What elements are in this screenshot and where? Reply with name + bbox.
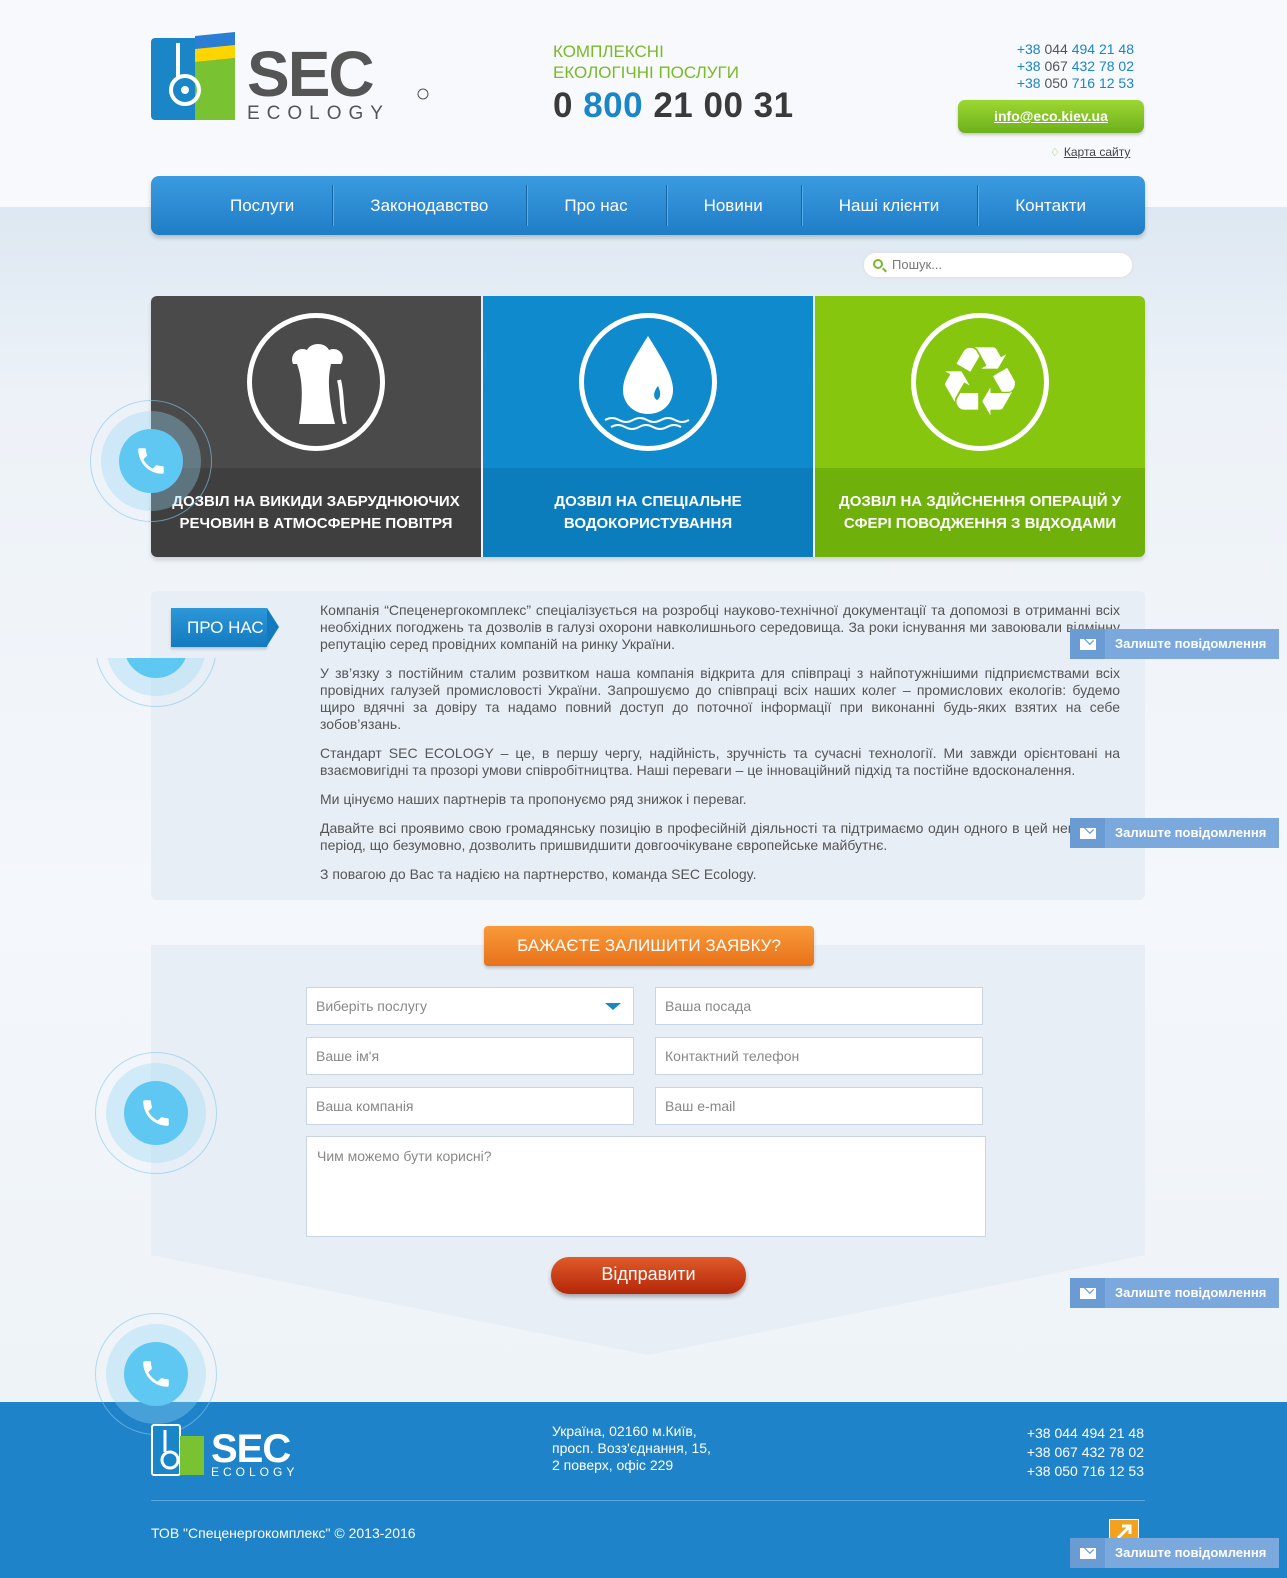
svg-text:ECOLOGY: ECOLOGY (247, 103, 390, 124)
email-button[interactable]: info@eco.kiev.ua (958, 100, 1144, 133)
search-input[interactable]: Пошук... (862, 251, 1134, 279)
leave-message-tab[interactable]: Залиште повідомлення (1070, 1538, 1279, 1568)
main-nav: Послуги Законодавство Про нас Новини Наш… (151, 176, 1145, 235)
logo[interactable]: SEC ECOLOGY (151, 28, 441, 128)
chevron-down-icon (605, 1003, 621, 1010)
envelope-icon (1070, 1538, 1105, 1568)
nav-item-contacts[interactable]: Контакти (977, 176, 1124, 235)
sitemap-icon: ♢ (1050, 147, 1060, 159)
footer-phone[interactable]: +38 044 494 21 48 (1027, 1424, 1144, 1443)
company-field[interactable]: Ваша компанія (306, 1087, 634, 1125)
message-tab-label: Залиште повідомлення (1115, 636, 1267, 651)
service-tiles: ДОЗВІЛ НА ВИКИДИ ЗАБРУДНЮЮЧИХ РЕЧОВИН В … (151, 296, 1145, 557)
phone-line[interactable]: +38 050 716 12 53 (1017, 75, 1134, 92)
footer-address: Україна, 02160 м.Київ, просп. Возз'єднан… (552, 1423, 711, 1474)
message-textarea[interactable]: Чим можемо бути корисні? (306, 1136, 986, 1237)
search-icon (873, 259, 883, 269)
form-title: БАЖАЄТЕ ЗАЛИШИТИ ЗАЯВКУ? (484, 926, 814, 966)
search-placeholder: Пошук... (892, 257, 943, 272)
footer-phones: +38 044 494 21 48 +38 067 432 78 02 +38 … (1027, 1424, 1144, 1481)
leave-message-tab[interactable]: Залиште повідомлення (1070, 629, 1279, 659)
sitemap-link[interactable]: ♢ Карта сайту (1050, 145, 1130, 159)
hotline-part: 0 (553, 86, 573, 125)
tagline-line: ЕКОЛОГІЧНІ ПОСЛУГИ (553, 63, 739, 82)
header-phones: +38 044 494 21 48 +38 067 432 78 02 +38 … (1017, 41, 1134, 92)
svg-text:SEC: SEC (247, 38, 373, 110)
callback-phone-icon[interactable] (90, 400, 212, 522)
nav-item-services[interactable]: Послуги (192, 176, 332, 235)
callback-phone-icon[interactable] (95, 1313, 217, 1435)
address-line: Україна, 02160 м.Київ, (552, 1423, 697, 1439)
tagline: КОМПЛЕКСНІ ЕКОЛОГІЧНІ ПОСЛУГИ (553, 41, 739, 83)
about-paragraph: З повагою до Вас та надією на партнерств… (320, 866, 757, 882)
callback-phone-icon[interactable] (95, 1052, 217, 1174)
about-heading: ПРО НАС (171, 608, 279, 647)
sitemap-label: Карта сайту (1063, 145, 1131, 159)
envelope-icon (1070, 818, 1105, 848)
footer-logo[interactable]: SEC ECOLOGY (151, 1422, 331, 1479)
nav-item-legislation[interactable]: Законодавство (332, 176, 526, 235)
message-tab-label: Залиште повідомлення (1115, 1545, 1267, 1560)
nav-item-news[interactable]: Новини (665, 176, 801, 235)
message-tab-label: Залиште повідомлення (1115, 825, 1267, 840)
name-field[interactable]: Ваше ім'я (306, 1037, 634, 1075)
tile-water-use[interactable]: ДОЗВІЛ НА СПЕЦІАЛЬНЕ ВОДОКОРИСТУВАННЯ (483, 296, 813, 557)
factory-icon (247, 313, 385, 451)
hotline-number[interactable]: 0 800 21 00 31 (553, 86, 794, 126)
footer-phone[interactable]: +38 050 716 12 53 (1027, 1462, 1144, 1481)
submit-button[interactable]: Відправити (551, 1257, 746, 1294)
phone-line[interactable]: +38 067 432 78 02 (1017, 58, 1134, 75)
recycle-icon: ♻ (911, 313, 1049, 451)
phone-line[interactable]: +38 044 494 21 48 (1017, 41, 1134, 58)
message-tab-label: Залиште повідомлення (1115, 1285, 1267, 1300)
leave-message-tab[interactable]: Залиште повідомлення (1070, 818, 1279, 848)
tile-label: ДОЗВІЛ НА ЗДІЙСНЕННЯ ОПЕРАЦІЙ У СФЕРІ ПО… (815, 468, 1145, 557)
hotline-part: 21 00 31 (653, 86, 794, 125)
about-paragraph: Компанія “Спеценергокомплекс” спеціалізу… (320, 602, 1120, 652)
copyright: ТОВ "Спеценергокомплекс" © 2013-2016 (151, 1525, 416, 1541)
svg-text:ECOLOGY: ECOLOGY (211, 1465, 298, 1478)
tile-waste-management[interactable]: ♻ ДОЗВІЛ НА ЗДІЙСНЕННЯ ОПЕРАЦІЙ У СФЕРІ … (815, 296, 1145, 557)
nav-item-clients[interactable]: Наші клієнти (800, 176, 978, 235)
email-field[interactable]: Ваш e-mail (655, 1087, 983, 1125)
leave-message-tab[interactable]: Залиште повідомлення (1070, 1278, 1279, 1308)
footer-divider (151, 1500, 1145, 1501)
position-field[interactable]: Ваша посада (655, 987, 983, 1025)
service-select[interactable]: Виберіть послугу (306, 987, 634, 1025)
envelope-icon (1070, 629, 1105, 659)
about-paragraph: У зв’язку з постійним сталим розвитком н… (320, 665, 1120, 732)
address-line: просп. Возз'єднання, 15, (552, 1440, 711, 1456)
footer-phone[interactable]: +38 067 432 78 02 (1027, 1443, 1144, 1462)
about-paragraph: Давайте всі проявимо свою громадянську п… (320, 820, 1120, 853)
hotline-part: 800 (583, 86, 644, 125)
tile-label: ДОЗВІЛ НА СПЕЦІАЛЬНЕ ВОДОКОРИСТУВАННЯ (483, 468, 813, 557)
tagline-line: КОМПЛЕКСНІ (553, 42, 664, 61)
select-value: Виберіть послугу (316, 998, 427, 1014)
nav-item-about[interactable]: Про нас (526, 176, 665, 235)
about-text: Компанія “Спеценергокомплекс” спеціалізу… (320, 602, 1120, 895)
about-paragraph: Стандарт SEC ECOLOGY – це, в першу чергу… (320, 745, 1120, 778)
address-line: 2 поверх, офіс 229 (552, 1457, 674, 1473)
phone-field[interactable]: Контактний телефон (655, 1037, 983, 1075)
envelope-icon (1070, 1278, 1105, 1308)
about-paragraph: Ми цінуємо наших партнерів та пропонуємо… (320, 791, 747, 807)
water-drop-icon (579, 313, 717, 451)
